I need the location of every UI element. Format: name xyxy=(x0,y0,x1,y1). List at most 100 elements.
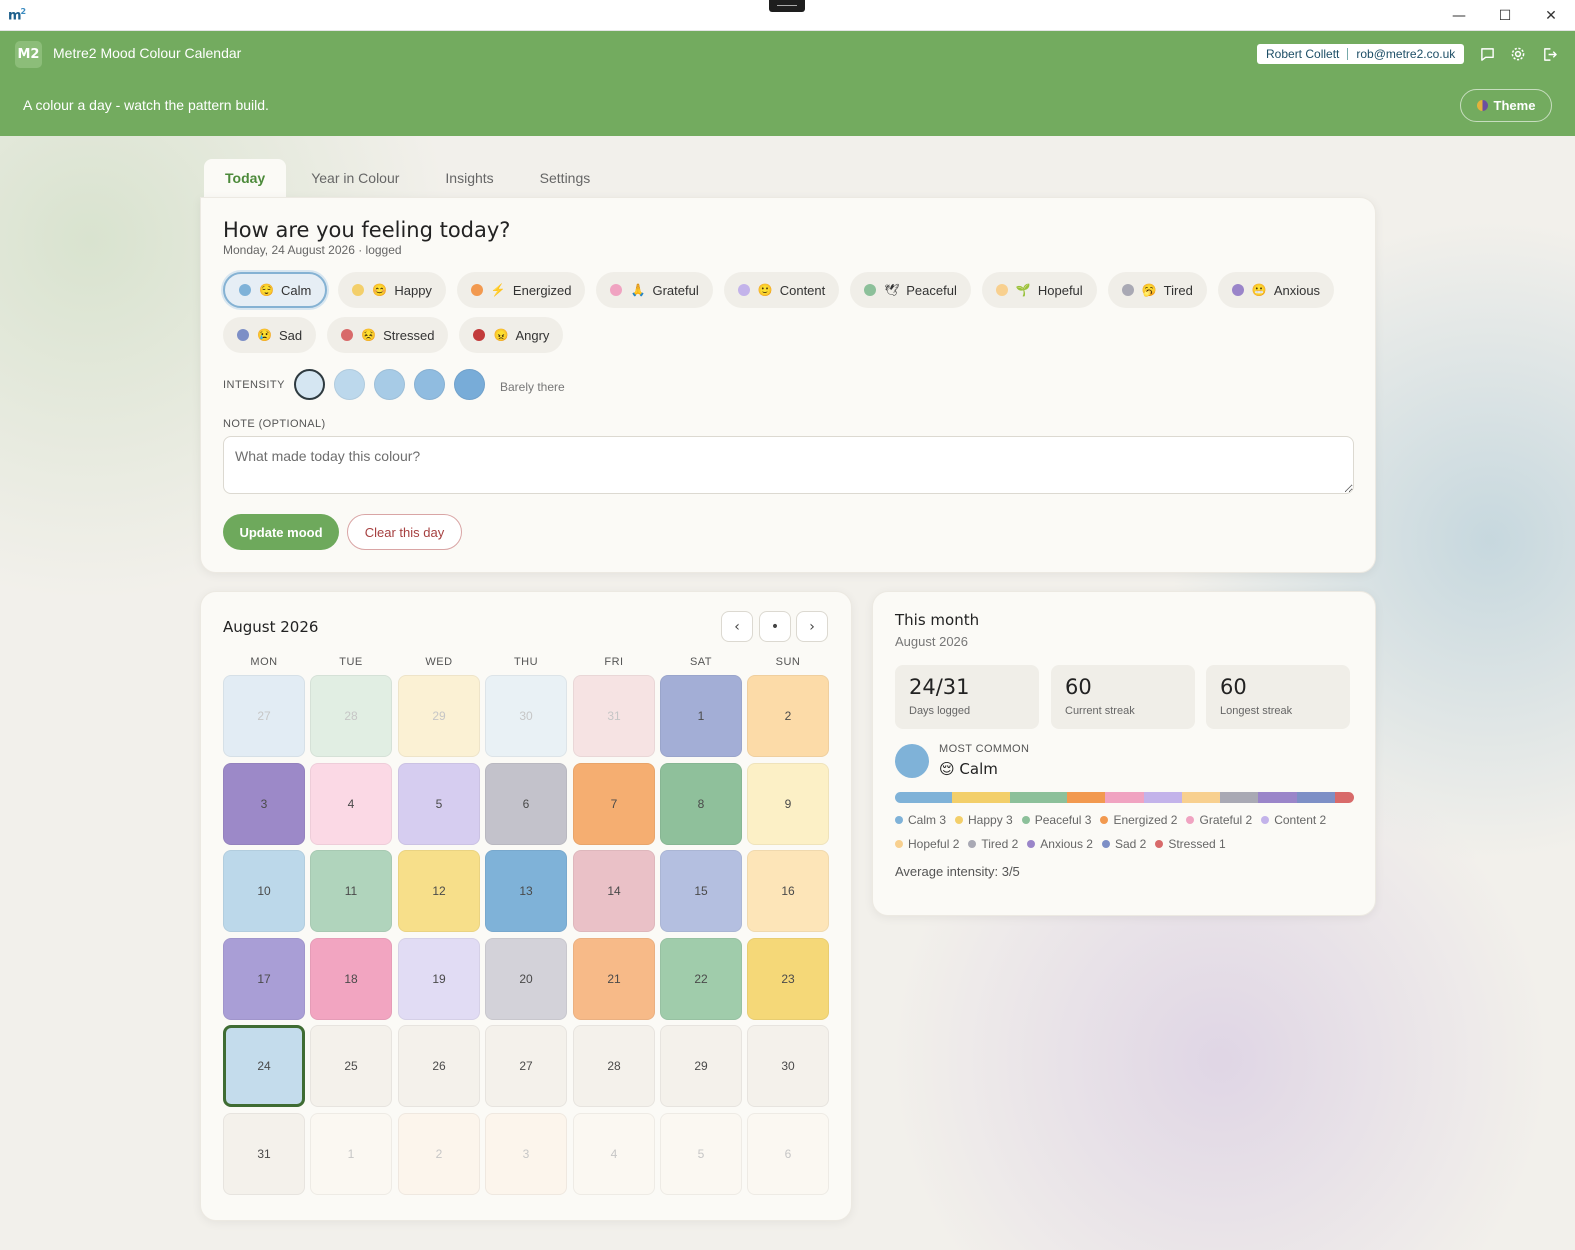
calendar-day[interactable]: 9 xyxy=(747,762,829,845)
prev-month-button[interactable]: ‹ xyxy=(721,611,753,642)
weekday-header: THU xyxy=(513,656,539,668)
calendar-day[interactable]: 1 xyxy=(310,1112,392,1195)
intensity-level-5[interactable] xyxy=(454,369,485,400)
legend-item: Tired 2 xyxy=(968,837,1018,851)
calendar-day-today[interactable]: 24 xyxy=(223,1025,305,1107)
maximize-button[interactable]: ☐ xyxy=(1482,0,1528,31)
mood-label: Hopeful xyxy=(1037,282,1083,298)
intensity-level-2[interactable] xyxy=(334,369,365,400)
calendar-day[interactable]: 5 xyxy=(398,762,480,845)
tab-today[interactable]: Today xyxy=(204,159,287,197)
close-window-button[interactable]: ✕ xyxy=(1528,0,1574,31)
calendar-day[interactable]: 19 xyxy=(398,937,480,1020)
calendar-day[interactable]: 27 xyxy=(485,1025,567,1107)
mood-emoji-icon: 🥱 xyxy=(1141,283,1157,297)
calendar-day[interactable]: 26 xyxy=(398,1025,480,1107)
calendar-day[interactable]: 3 xyxy=(485,1112,567,1195)
calendar-day[interactable]: 6 xyxy=(747,1112,829,1195)
calendar-day[interactable]: 11 xyxy=(310,850,392,932)
intensity-level-1[interactable] xyxy=(294,369,325,400)
mood-option-anxious[interactable]: 😬 Anxious xyxy=(1217,272,1335,308)
calendar-day[interactable]: 29 xyxy=(660,1025,742,1107)
calendar-day[interactable]: 13 xyxy=(485,850,567,932)
calendar-day[interactable]: 28 xyxy=(573,1025,655,1107)
intensity-level-4[interactable] xyxy=(414,369,445,400)
mood-emoji-icon: 😌 xyxy=(259,283,274,297)
update-mood-button[interactable]: Update mood xyxy=(223,514,339,550)
calendar-day[interactable]: 14 xyxy=(573,850,655,932)
legend-item: Content 2 xyxy=(1261,813,1326,827)
mood-option-hopeful[interactable]: 🌱 Hopeful xyxy=(981,272,1097,308)
calendar-day[interactable]: 22 xyxy=(660,937,742,1020)
calendar-day[interactable]: 21 xyxy=(573,937,655,1020)
note-textarea[interactable] xyxy=(223,436,1354,494)
user-name: Robert Collett xyxy=(1266,47,1340,61)
mood-option-content[interactable]: 🙂 Content xyxy=(723,272,840,308)
chevron-right-icon: › xyxy=(809,618,815,635)
calendar-day[interactable]: 30 xyxy=(747,1025,829,1107)
mood-option-angry[interactable]: 😠 Angry xyxy=(459,317,564,353)
intensity-label: INTENSITY xyxy=(223,379,285,391)
calendar-day[interactable]: 23 xyxy=(747,937,829,1020)
current-month-button[interactable]: • xyxy=(759,611,791,642)
settings-gear-icon[interactable] xyxy=(1507,43,1529,65)
calendar-day[interactable]: 5 xyxy=(660,1112,742,1195)
calendar-day[interactable]: 15 xyxy=(660,850,742,932)
user-pill[interactable]: Robert Collett rob@metre2.co.uk xyxy=(1257,44,1465,64)
legend-label: Grateful 2 xyxy=(1199,813,1253,827)
clear-day-button[interactable]: Clear this day xyxy=(347,514,462,550)
calendar-day[interactable]: 1 xyxy=(660,675,742,757)
tab-year-in-colour[interactable]: Year in Colour xyxy=(290,159,420,197)
calendar-day[interactable]: 20 xyxy=(485,937,567,1020)
mood-color-dot xyxy=(341,329,354,341)
mood-option-sad[interactable]: 😢 Sad xyxy=(223,317,317,353)
intensity-level-3[interactable] xyxy=(374,369,405,400)
calendar-day[interactable]: 18 xyxy=(310,937,392,1020)
distribution-segment xyxy=(895,792,953,803)
theme-button[interactable]: Theme xyxy=(1460,89,1552,122)
next-month-button[interactable]: › xyxy=(796,611,828,642)
calendar-day[interactable]: 25 xyxy=(310,1025,392,1107)
calendar-day[interactable]: 16 xyxy=(747,850,829,932)
mood-label: Sad xyxy=(279,327,303,343)
calendar-day[interactable]: 2 xyxy=(747,675,829,757)
legend-item: Energized 2 xyxy=(1100,813,1177,827)
legend-color-dot xyxy=(1155,840,1164,848)
calendar-day[interactable]: 4 xyxy=(573,1112,655,1195)
minimize-button[interactable]: — xyxy=(1436,0,1482,31)
calendar-day[interactable]: 12 xyxy=(398,850,480,932)
legend-color-dot xyxy=(968,840,977,848)
tab-insights[interactable]: Insights xyxy=(424,159,514,197)
calendar-day[interactable]: 4 xyxy=(310,762,392,845)
calendar-day[interactable]: 10 xyxy=(223,850,305,932)
mood-option-energized[interactable]: ⚡ Energized xyxy=(456,272,586,308)
note-label: NOTE (OPTIONAL) xyxy=(223,418,326,430)
calendar-day[interactable]: 6 xyxy=(485,762,567,845)
weekday-header: FRI xyxy=(604,656,624,668)
calendar-day[interactable]: 28 xyxy=(310,675,392,757)
calendar-day[interactable]: 31 xyxy=(573,675,655,757)
calendar-day[interactable]: 7 xyxy=(573,762,655,845)
calendar-day[interactable]: 8 xyxy=(660,762,742,845)
calendar-panel: August 2026 ‹ • › MON TUE WED THU FRI SAT SUN 2… xyxy=(200,591,852,1221)
mood-option-stressed[interactable]: 😣 Stressed xyxy=(327,317,449,353)
calendar-day[interactable]: 17 xyxy=(223,937,305,1020)
calendar-day[interactable]: 30 xyxy=(485,675,567,757)
legend-label: Anxious 2 xyxy=(1040,837,1093,851)
logout-icon[interactable] xyxy=(1538,43,1560,65)
mood-option-peaceful[interactable]: 🕊 Peaceful xyxy=(850,272,971,308)
calendar-day[interactable]: 3 xyxy=(223,762,305,845)
mood-option-tired[interactable]: 🥱 Tired xyxy=(1107,272,1207,308)
tab-settings[interactable]: Settings xyxy=(519,159,612,197)
mood-option-calm[interactable]: 😌 Calm xyxy=(223,272,328,308)
distribution-segment xyxy=(1258,792,1297,803)
mood-option-happy[interactable]: 😊 Happy xyxy=(338,272,446,308)
window-drag-handle[interactable] xyxy=(769,0,805,12)
mood-option-grateful[interactable]: 🙏 Grateful xyxy=(596,272,713,308)
legend-label: Stressed 1 xyxy=(1168,837,1226,851)
calendar-day[interactable]: 29 xyxy=(398,675,480,757)
feedback-icon[interactable] xyxy=(1476,43,1498,65)
calendar-day[interactable]: 27 xyxy=(223,675,305,757)
calendar-day[interactable]: 31 xyxy=(223,1112,305,1195)
calendar-day[interactable]: 2 xyxy=(398,1112,480,1195)
